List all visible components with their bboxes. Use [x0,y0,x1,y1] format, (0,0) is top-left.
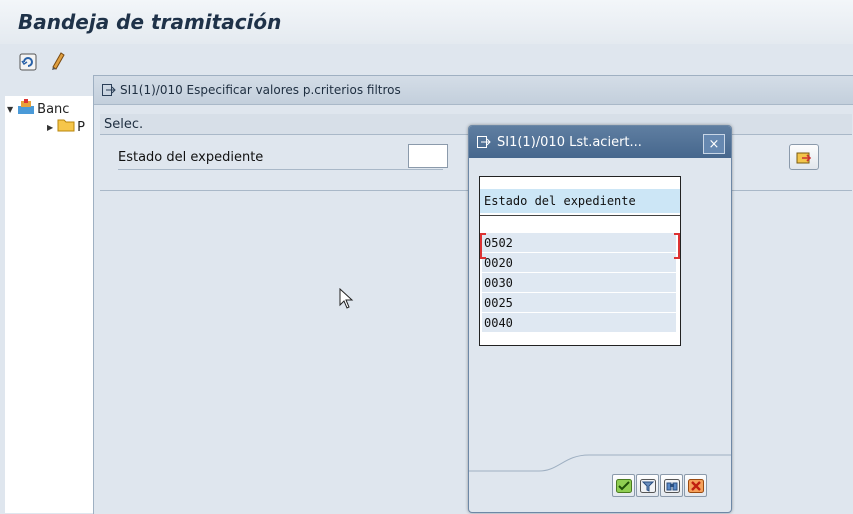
tree-node-child[interactable]: ▶ P [47,118,85,136]
dialog-icon [102,84,116,96]
page-title: Bandeja de tramitación [18,10,282,34]
selection-bracket-left [480,233,486,259]
find-icon [663,478,680,493]
table-row[interactable]: 0025 [482,293,676,313]
cancel-button[interactable] [684,474,707,497]
table-row[interactable]: 0040 [482,313,676,333]
tree-root-label: Banc [37,101,70,117]
hit-list-title-bar[interactable]: SI1(1)/010 Lst.aciert... [469,126,731,158]
filter-dialog-title-bar[interactable]: SI1(1)/010 Especificar valores p.criteri… [94,76,853,105]
apply-icon [796,152,812,164]
hit-list-table: Estado del expediente 0502 0020 0030 002… [479,176,681,346]
table-row[interactable]: 0020 [482,253,676,273]
tree-node-root[interactable]: ▼ Banc [7,99,70,119]
hit-list-popup: SI1(1)/010 Lst.aciert... × Estado del ex… [468,125,732,513]
find-button[interactable] [660,474,683,497]
status-field-label: Estado del expediente [118,150,264,165]
collapsed-triangle-icon[interactable]: ▶ [47,123,53,132]
hit-list-title: SI1(1)/010 Lst.aciert... [497,134,642,150]
header-divider [480,215,680,216]
confirm-button[interactable] [612,474,635,497]
refresh-icon[interactable] [18,52,38,72]
expanded-triangle-icon[interactable]: ▼ [7,105,13,114]
toolbar [0,44,853,74]
mouse-pointer-icon [339,287,355,314]
tree-root-icon [17,99,35,119]
status-input[interactable] [408,144,448,168]
table-row[interactable]: 0030 [482,273,676,293]
selection-group-label: Selec. [104,117,144,132]
check-icon [615,478,632,493]
tree-panel: ▼ Banc ▶ P [5,96,96,513]
cancel-icon [687,478,704,493]
tree-child-label: P [77,119,85,135]
close-button[interactable]: × [703,134,725,154]
dialog-icon [477,136,491,148]
folder-icon [57,118,75,136]
filter-button[interactable] [636,474,659,497]
table-row[interactable]: 0502 [482,233,676,253]
filter-icon [639,478,656,493]
apply-filter-button[interactable] [789,144,819,170]
edit-icon[interactable] [48,50,68,70]
selection-bracket-right [674,233,680,259]
column-header[interactable]: Estado del expediente [480,189,680,213]
filter-dialog-title: SI1(1)/010 Especificar valores p.criteri… [120,83,401,97]
field-underline [118,169,443,170]
footer-curve [469,454,731,472]
page-title-bar: Bandeja de tramitación [0,0,853,44]
